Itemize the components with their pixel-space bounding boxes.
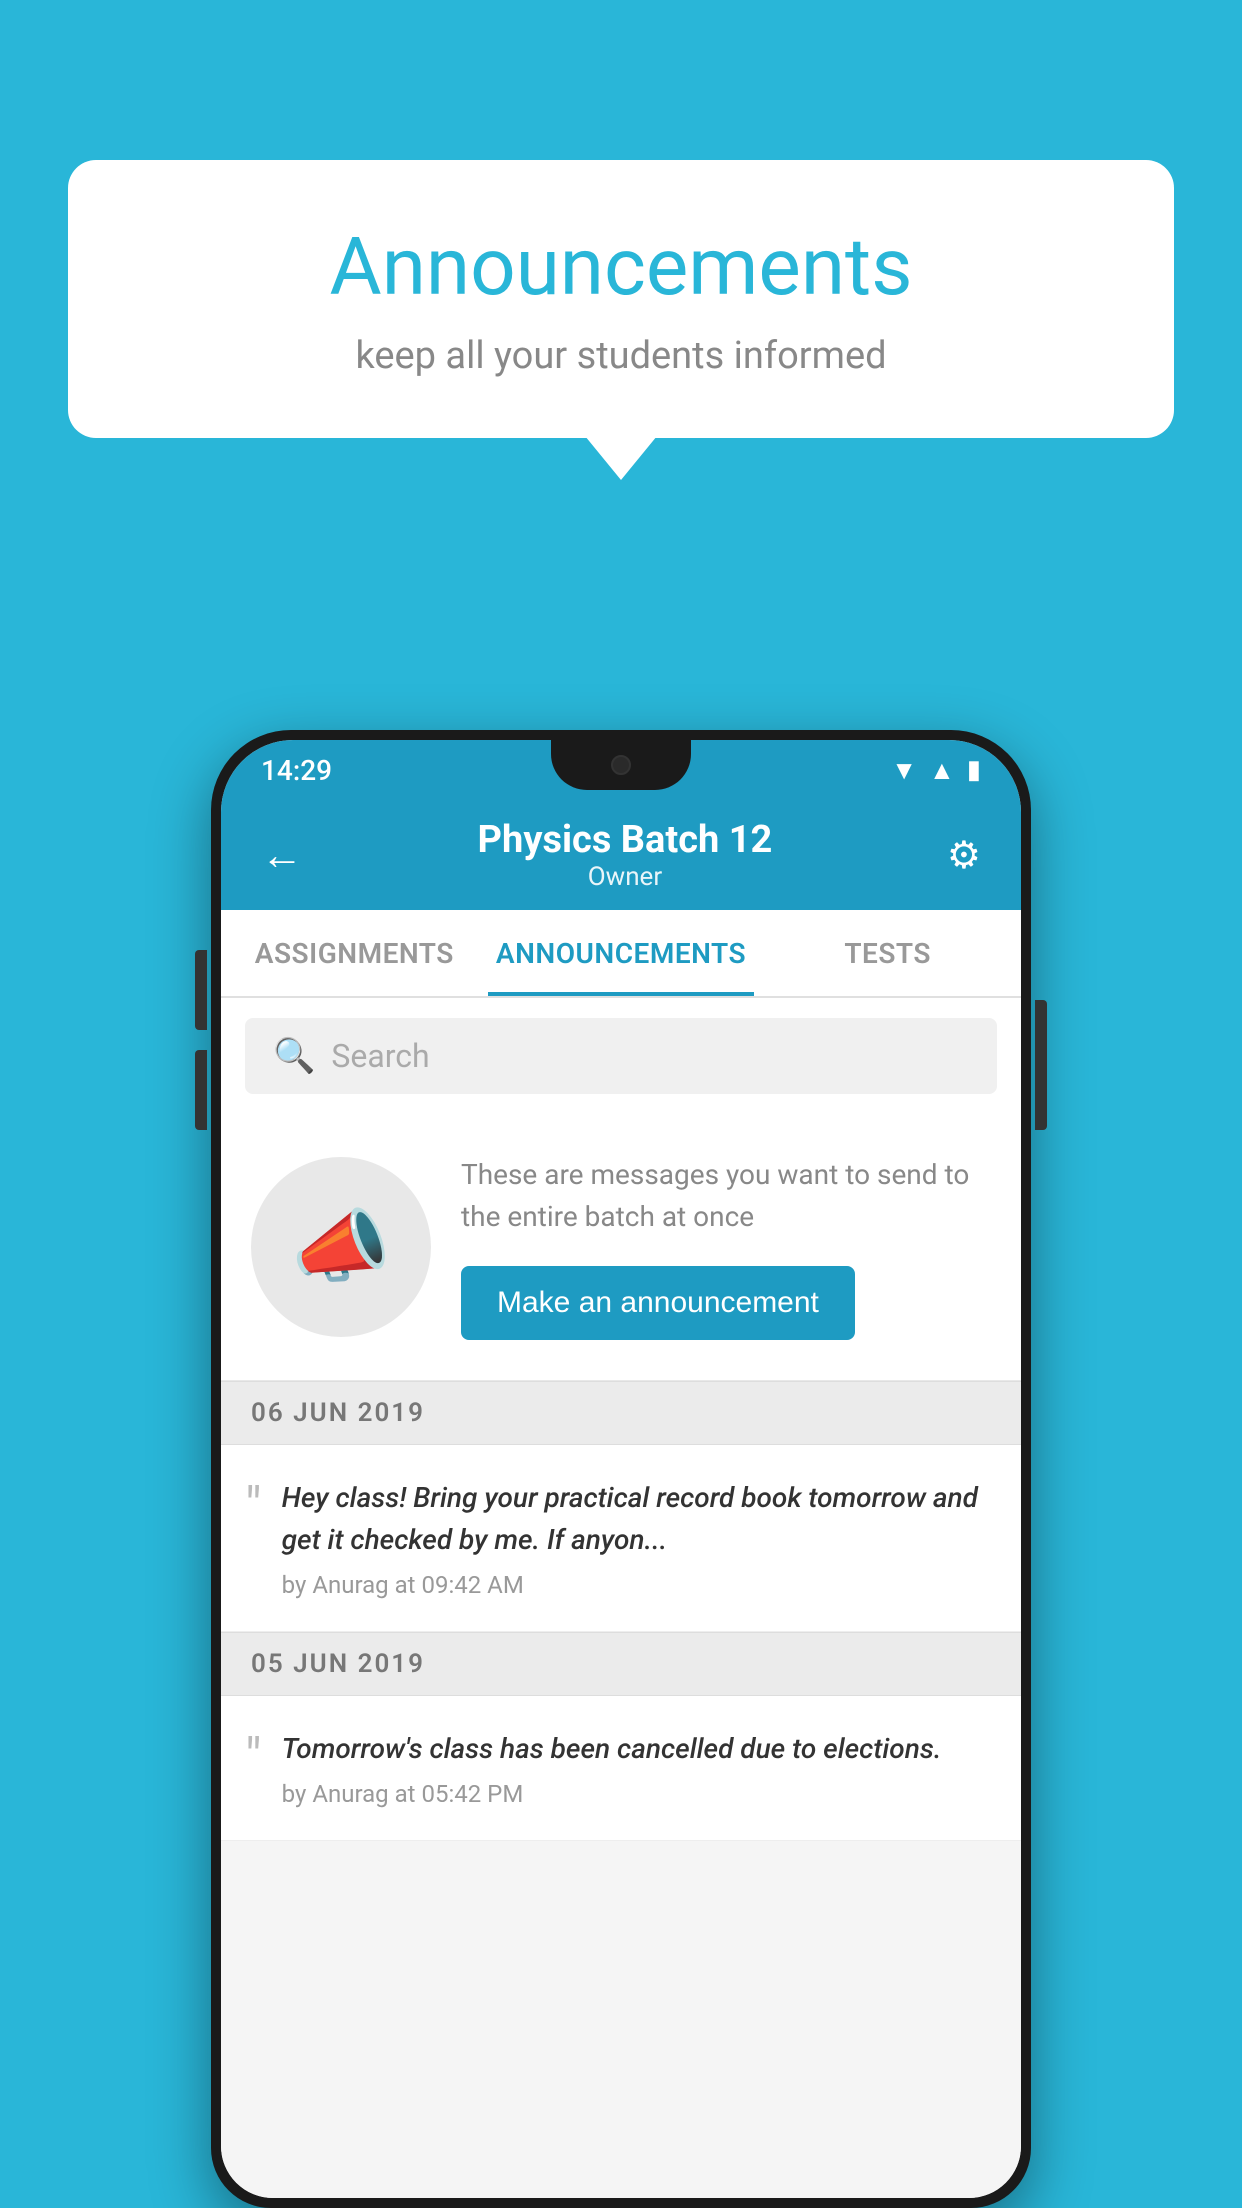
promo-icon-circle: 📣 bbox=[251, 1157, 431, 1337]
speech-bubble-subtitle: keep all your students informed bbox=[148, 334, 1094, 378]
search-placeholder: Search bbox=[331, 1037, 429, 1075]
announcement-item-2[interactable]: " Tomorrow's class has been cancelled du… bbox=[221, 1696, 1021, 1841]
app-bar-title: Physics Batch 12 bbox=[313, 818, 937, 862]
megaphone-icon: 📣 bbox=[291, 1200, 391, 1294]
volume-down-button bbox=[195, 1050, 207, 1130]
quote-icon-2: " bbox=[245, 1732, 262, 1784]
tab-announcements[interactable]: ANNOUNCEMENTS bbox=[488, 910, 755, 996]
search-bar[interactable]: 🔍 Search bbox=[245, 1018, 997, 1094]
status-icons: ▼ ▲ ▮ bbox=[891, 755, 981, 786]
settings-button[interactable]: ⚙ bbox=[937, 823, 991, 888]
search-icon: 🔍 bbox=[273, 1036, 315, 1076]
content-area: 🔍 Search 📣 These are messages you want t… bbox=[221, 998, 1021, 2198]
wifi-icon: ▼ bbox=[891, 755, 917, 786]
speech-bubble: Announcements keep all your students inf… bbox=[68, 160, 1174, 438]
date-separator-2: 05 JUN 2019 bbox=[221, 1632, 1021, 1696]
tabs-bar: ASSIGNMENTS ANNOUNCEMENTS TESTS bbox=[221, 910, 1021, 998]
phone-notch bbox=[551, 740, 691, 790]
make-announcement-button[interactable]: Make an announcement bbox=[461, 1266, 855, 1340]
volume-up-button bbox=[195, 950, 207, 1030]
announcement-meta-1: by Anurag at 09:42 AM bbox=[282, 1571, 991, 1599]
announcement-text-1: Hey class! Bring your practical record b… bbox=[282, 1477, 991, 1561]
phone-outer-shell: 14:29 ▼ ▲ ▮ ← Physics Batch 12 Owner ⚙ bbox=[211, 730, 1031, 2208]
power-button bbox=[1035, 1000, 1047, 1130]
tab-tests[interactable]: TESTS bbox=[754, 910, 1021, 996]
announcement-content-1: Hey class! Bring your practical record b… bbox=[282, 1477, 991, 1599]
promo-description: These are messages you want to send to t… bbox=[461, 1154, 991, 1238]
announcement-item-1[interactable]: " Hey class! Bring your practical record… bbox=[221, 1445, 1021, 1632]
phone-screen: 14:29 ▼ ▲ ▮ ← Physics Batch 12 Owner ⚙ bbox=[221, 740, 1021, 2198]
announcement-text-2: Tomorrow's class has been cancelled due … bbox=[282, 1728, 942, 1770]
date-separator-1: 06 JUN 2019 bbox=[221, 1381, 1021, 1445]
status-bar: 14:29 ▼ ▲ ▮ bbox=[221, 740, 1021, 800]
phone-device: 14:29 ▼ ▲ ▮ ← Physics Batch 12 Owner ⚙ bbox=[211, 730, 1031, 2208]
app-bar-title-area: Physics Batch 12 Owner bbox=[313, 818, 937, 892]
search-bar-container: 🔍 Search bbox=[221, 998, 1021, 1114]
status-time: 14:29 bbox=[261, 754, 332, 787]
quote-icon-1: " bbox=[245, 1481, 262, 1533]
announcement-meta-2: by Anurag at 05:42 PM bbox=[282, 1780, 942, 1808]
tab-assignments[interactable]: ASSIGNMENTS bbox=[221, 910, 488, 996]
promo-right: These are messages you want to send to t… bbox=[461, 1154, 991, 1340]
back-button[interactable]: ← bbox=[251, 821, 313, 890]
signal-icon: ▲ bbox=[929, 755, 955, 786]
battery-icon: ▮ bbox=[967, 755, 981, 785]
app-bar: ← Physics Batch 12 Owner ⚙ bbox=[221, 800, 1021, 910]
speech-bubble-title: Announcements bbox=[148, 220, 1094, 314]
promo-card: 📣 These are messages you want to send to… bbox=[221, 1114, 1021, 1381]
announcement-content-2: Tomorrow's class has been cancelled due … bbox=[282, 1728, 942, 1808]
front-camera bbox=[611, 755, 631, 775]
speech-bubble-section: Announcements keep all your students inf… bbox=[68, 160, 1174, 438]
app-bar-subtitle: Owner bbox=[313, 862, 937, 892]
